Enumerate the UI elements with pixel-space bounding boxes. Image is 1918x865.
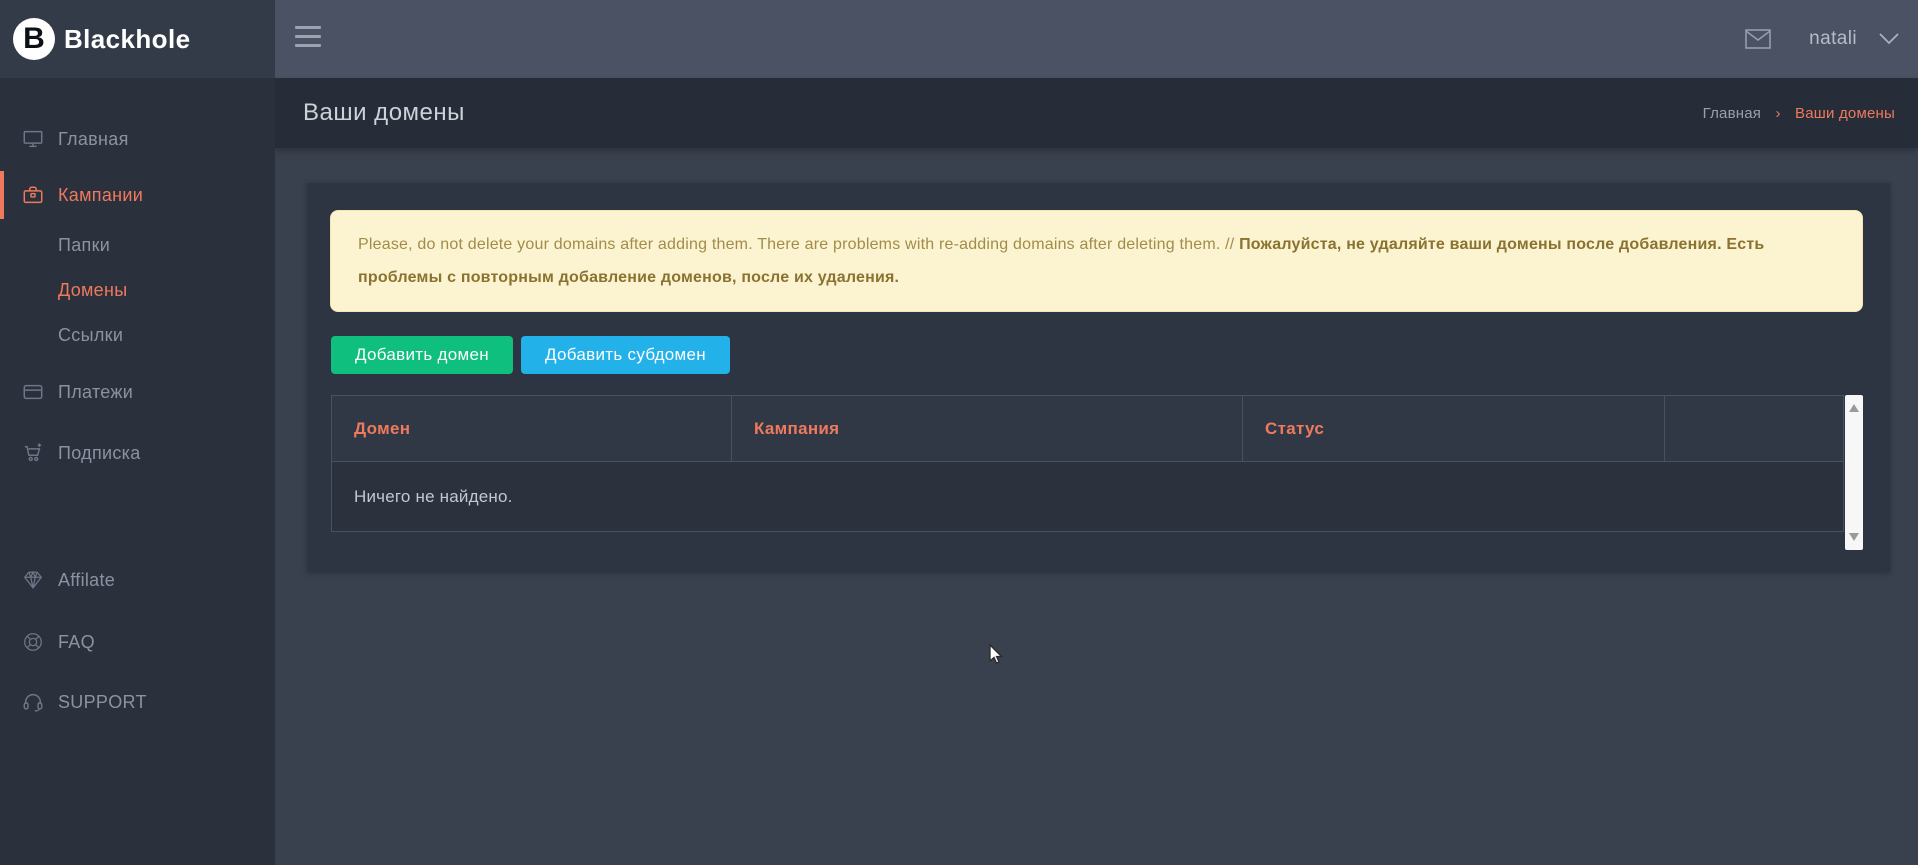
breadcrumb: Главная › Ваши домены (1703, 105, 1895, 122)
sidebar-item-label: SUPPORT (58, 692, 147, 713)
sidebar: B Blackhole Главная Кампании Папки (0, 0, 275, 865)
sidebar-item-home[interactable]: Главная (0, 111, 275, 167)
sidebar-item-faq[interactable]: FAQ (0, 614, 275, 670)
sidebar-item-links[interactable]: Ссылки (0, 313, 275, 358)
column-header-actions (1665, 396, 1844, 462)
sidebar-item-payments[interactable]: Платежи (0, 364, 275, 420)
domains-panel: Please, do not delete your domains after… (307, 183, 1890, 572)
scroll-up-icon[interactable] (1849, 404, 1859, 412)
header-right: natali (1745, 0, 1899, 78)
add-subdomain-button[interactable]: Добавить субдомен (521, 336, 730, 374)
sidebar-item-label: Папки (58, 235, 110, 256)
logo-text: Blackhole (64, 24, 190, 55)
gem-icon (22, 569, 44, 591)
warning-alert: Please, do not delete your domains after… (330, 210, 1863, 312)
column-header-status[interactable]: Статус (1243, 396, 1665, 462)
table-row: Ничего не найдено. (332, 462, 1844, 532)
scroll-down-icon[interactable] (1849, 533, 1859, 541)
add-domain-button[interactable]: Добавить домен (331, 336, 513, 374)
logo[interactable]: B Blackhole (0, 0, 275, 78)
cart-plus-icon (22, 442, 44, 464)
title-bar: Ваши домены Главная › Ваши домены (275, 78, 1918, 148)
top-header: natali (275, 0, 1918, 78)
chevron-down-icon[interactable] (1879, 33, 1899, 45)
sidebar-item-domains[interactable]: Домены (0, 268, 275, 313)
sidebar-item-label: Affilate (58, 570, 115, 591)
life-ring-icon (22, 631, 44, 653)
domains-table-wrapper: Домен Кампания Статус Ничего не найдено. (331, 395, 1863, 550)
sidebar-item-label: Главная (58, 129, 129, 150)
alert-text-en: Please, do not delete your domains after… (358, 236, 1239, 253)
table-scrollbar[interactable] (1845, 395, 1863, 550)
sidebar-item-label: Ссылки (58, 325, 123, 346)
mail-icon[interactable] (1745, 29, 1771, 49)
empty-table-message: Ничего не найдено. (332, 462, 1844, 532)
breadcrumb-home[interactable]: Главная (1703, 105, 1762, 122)
monitor-icon (22, 128, 44, 150)
column-header-domain[interactable]: Домен (332, 396, 732, 462)
credit-card-icon (22, 381, 44, 403)
sidebar-item-subscription[interactable]: Подписка (0, 425, 275, 481)
breadcrumb-current: Ваши домены (1795, 105, 1895, 122)
sidebar-item-label: Подписка (58, 443, 141, 464)
table-header-row: Домен Кампания Статус (332, 396, 1844, 462)
briefcase-icon (22, 184, 44, 206)
column-header-campaign[interactable]: Кампания (732, 396, 1243, 462)
hamburger-menu-icon[interactable] (295, 26, 321, 53)
sidebar-item-affiliate[interactable]: Affilate (0, 552, 275, 608)
action-buttons: Добавить домен Добавить субдомен (331, 336, 730, 374)
sidebar-item-label: Кампании (58, 185, 143, 206)
username[interactable]: natali (1809, 28, 1857, 50)
main-content: Please, do not delete your domains after… (275, 148, 1918, 865)
breadcrumb-separator-icon: › (1775, 105, 1780, 122)
sidebar-item-label: Платежи (58, 382, 133, 403)
sidebar-item-support[interactable]: SUPPORT (0, 674, 275, 730)
sidebar-item-campaigns[interactable]: Кампании (0, 167, 275, 223)
sidebar-item-label: FAQ (58, 632, 95, 653)
sidebar-item-label: Домены (58, 280, 127, 301)
page-title: Ваши домены (303, 99, 465, 127)
headset-icon (22, 691, 44, 713)
sidebar-item-folders[interactable]: Папки (0, 223, 275, 268)
logo-icon: B (13, 18, 55, 60)
sidebar-nav: Главная Кампании Папки Домены Ссылки (0, 78, 275, 730)
domains-table: Домен Кампания Статус Ничего не найдено. (331, 395, 1844, 532)
